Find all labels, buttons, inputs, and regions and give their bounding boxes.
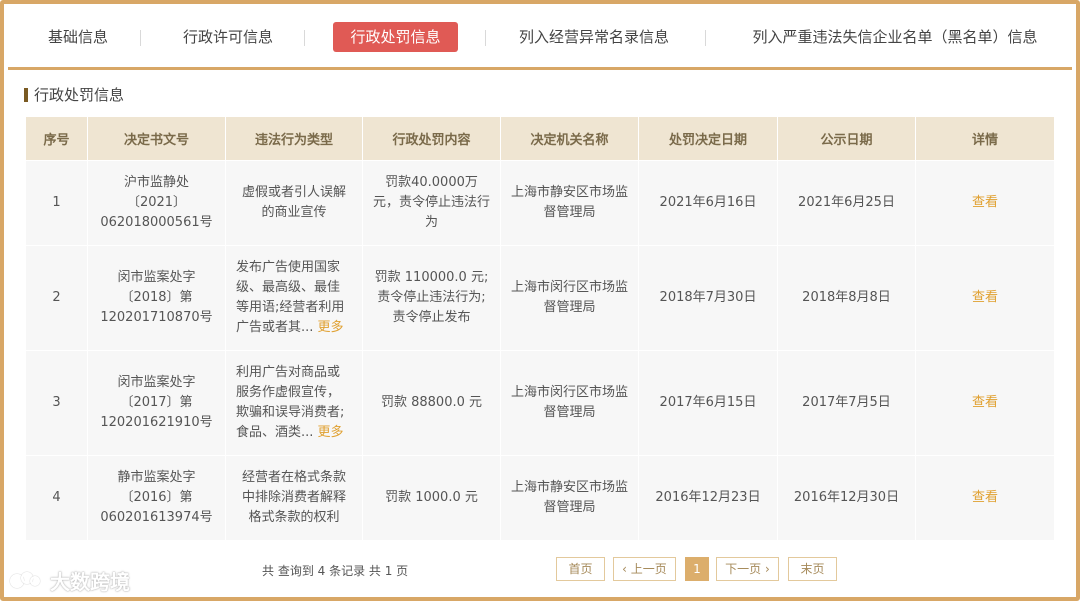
cell-detail: 查看 (915, 160, 1055, 246)
table-row: 2 闵市监案处字〔2018〕第120201710870号 发布广告使用国家级、最… (25, 245, 1055, 351)
cell-doc-no: 闵市监案处字〔2017〕第120201621910号 (87, 350, 226, 456)
tab-separator (140, 30, 141, 46)
cell-publish-date: 2017年7月5日 (777, 350, 916, 456)
tab-admin-license[interactable]: 行政许可信息 (172, 22, 284, 52)
cell-no: 1 (25, 160, 88, 246)
cell-no: 4 (25, 455, 88, 541)
tab-abnormal-list[interactable]: 列入经营异常名录信息 (508, 22, 680, 52)
first-page-button[interactable]: 首页 (556, 557, 605, 581)
cell-doc-no: 静市监案处字〔2016〕第060201613974号 (87, 455, 226, 541)
tab-bar: 基础信息 行政许可信息 行政处罚信息 列入经营异常名录信息 列入严重违法失信企业… (8, 8, 1072, 70)
cell-detail: 查看 (915, 245, 1055, 351)
cell-decision-date: 2017年6月15日 (638, 350, 778, 456)
current-page-button[interactable]: 1 (685, 557, 709, 581)
column-header-detail: 详情 (915, 116, 1055, 161)
chevron-right-icon: › (761, 562, 770, 576)
cell-detail: 查看 (915, 350, 1055, 456)
view-detail-link[interactable]: 查看 (972, 395, 998, 410)
tab-basic-info[interactable]: 基础信息 (36, 22, 120, 52)
table-header-row: 序号 决定书文号 违法行为类型 行政处罚内容 决定机关名称 处罚决定日期 公示日… (25, 116, 1055, 161)
column-header-no: 序号 (25, 116, 88, 161)
prev-page-label: 上一页 (630, 562, 667, 576)
tab-blacklist[interactable]: 列入严重违法失信企业名单（黑名单）信息 (736, 22, 1054, 52)
tab-separator (485, 30, 486, 46)
column-header-doc-no: 决定书文号 (87, 116, 226, 161)
chevron-left-icon: ‹ (622, 562, 631, 576)
last-page-button[interactable]: 末页 (788, 557, 837, 581)
watermark-logo-icon (10, 570, 46, 592)
cell-content: 罚款 110000.0 元;责令停止违法行为;责令停止发布 (362, 245, 501, 351)
cell-type: 经营者在格式条款中排除消费者解释格式条款的权利 (225, 455, 363, 541)
cell-type: 发布广告使用国家级、最高级、最佳等用语;经营者利用广告或者其... 更多 (225, 245, 363, 351)
cell-authority: 上海市静安区市场监督管理局 (500, 160, 639, 246)
cell-content: 罚款 88800.0 元 (362, 350, 501, 456)
more-link[interactable]: 更多 (318, 425, 344, 440)
section-title: 行政处罚信息 (24, 85, 124, 105)
cell-doc-no: 闵市监案处字〔2018〕第120201710870号 (87, 245, 226, 351)
column-header-content: 行政处罚内容 (362, 116, 501, 161)
tab-admin-penalty[interactable]: 行政处罚信息 (333, 22, 458, 52)
cell-type: 利用广告对商品或服务作虚假宣传，欺骗和误导消费者;食品、酒类... 更多 (225, 350, 363, 456)
cell-content: 罚款40.0000万元，责令停止违法行为 (362, 160, 501, 246)
cell-authority: 上海市闵行区市场监督管理局 (500, 350, 639, 456)
prev-page-button[interactable]: ‹ 上一页 (613, 557, 676, 581)
cell-content: 罚款 1000.0 元 (362, 455, 501, 541)
table-row: 4 静市监案处字〔2016〕第060201613974号 经营者在格式条款中排除… (25, 455, 1055, 541)
cell-publish-date: 2018年8月8日 (777, 245, 916, 351)
cell-decision-date: 2018年7月30日 (638, 245, 778, 351)
view-detail-link[interactable]: 查看 (972, 490, 998, 505)
next-page-label: 下一页 (725, 562, 762, 576)
watermark-text: 大数跨境 (50, 570, 130, 594)
cell-type-text: 经营者在格式条款中排除消费者解释格式条款的权利 (241, 470, 346, 525)
cell-no: 2 (25, 245, 88, 351)
column-header-authority: 决定机关名称 (500, 116, 639, 161)
cell-decision-date: 2021年6月16日 (638, 160, 778, 246)
view-detail-link[interactable]: 查看 (972, 290, 998, 305)
cell-detail: 查看 (915, 455, 1055, 541)
cell-type: 虚假或者引人误解的商业宣传 (225, 160, 363, 246)
watermark: 大数跨境 (10, 566, 130, 595)
column-header-publish-date: 公示日期 (777, 116, 916, 161)
section-title-marker (24, 88, 28, 102)
table-row: 3 闵市监案处字〔2017〕第120201621910号 利用广告对商品或服务作… (25, 350, 1055, 456)
next-page-button[interactable]: 下一页 › (716, 557, 779, 581)
cell-type-text: 虚假或者引人误解的商业宣传 (241, 185, 346, 220)
cell-doc-no: 沪市监静处〔2021〕062018000561号 (87, 160, 226, 246)
cell-authority: 上海市静安区市场监督管理局 (500, 455, 639, 541)
cell-decision-date: 2016年12月23日 (638, 455, 778, 541)
tab-separator (304, 30, 305, 46)
more-link[interactable]: 更多 (318, 320, 344, 335)
table-row: 1 沪市监静处〔2021〕062018000561号 虚假或者引人误解的商业宣传… (25, 160, 1055, 246)
cell-no: 3 (25, 350, 88, 456)
penalty-table: 序号 决定书文号 违法行为类型 行政处罚内容 决定机关名称 处罚决定日期 公示日… (25, 116, 1055, 541)
section-title-text: 行政处罚信息 (34, 86, 125, 104)
column-header-type: 违法行为类型 (225, 116, 363, 161)
cell-authority: 上海市闵行区市场监督管理局 (500, 245, 639, 351)
column-header-decision-date: 处罚决定日期 (638, 116, 778, 161)
view-detail-link[interactable]: 查看 (972, 195, 998, 210)
cell-publish-date: 2021年6月25日 (777, 160, 916, 246)
record-summary: 共 查询到 4 条记录 共 1 页 (262, 564, 409, 578)
tab-separator (705, 30, 706, 46)
cell-publish-date: 2016年12月30日 (777, 455, 916, 541)
